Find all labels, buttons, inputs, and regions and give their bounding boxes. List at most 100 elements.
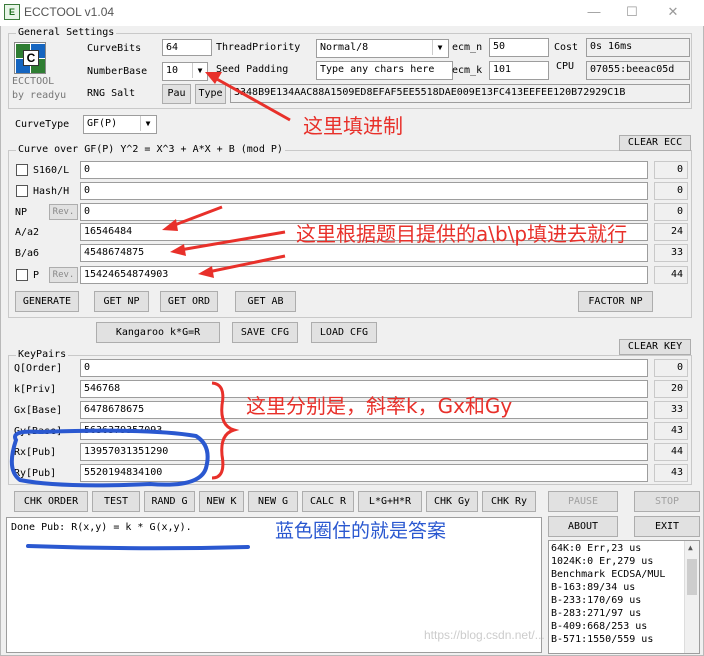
new-g-button[interactable]: NEW G bbox=[248, 491, 298, 512]
maximize-icon[interactable]: ☐ bbox=[622, 3, 642, 21]
scroll-up-icon[interactable]: ▲ bbox=[688, 543, 693, 552]
curvetype-label: CurveType bbox=[15, 119, 70, 130]
log-scrollbar[interactable]: ▲ bbox=[684, 541, 699, 653]
seed-padding-input[interactable]: Type any chars here bbox=[316, 61, 453, 80]
chevron-down-icon[interactable]: ▼ bbox=[192, 63, 207, 78]
calc-r-button[interactable]: CALC R bbox=[302, 491, 354, 512]
key-row-label: k[Priv] bbox=[14, 384, 57, 395]
log-line: 64K:0 Err,23 us bbox=[551, 543, 642, 554]
digit-count: 0 bbox=[654, 161, 688, 179]
checkbox[interactable] bbox=[16, 185, 28, 197]
digit-count: 0 bbox=[654, 359, 688, 377]
annotation-abp: 这里根据题目提供的a\b\p填进去就行 bbox=[296, 222, 628, 246]
get-ord-button[interactable]: GET ORD bbox=[160, 291, 218, 312]
digit-count: 33 bbox=[654, 401, 688, 419]
rng-salt-field: 3348B9E134AAC88A1509ED8EFAF5EE5518DAE009… bbox=[230, 84, 690, 103]
cpu-value: 07055:beeac05d bbox=[586, 61, 690, 80]
annotation-k-gx-gy: 这里分别是，斜率k，Gx和Gy bbox=[246, 394, 513, 418]
window-title: ECCTOOL v1.04 bbox=[24, 5, 115, 19]
key-row-label: Gx[Base] bbox=[14, 405, 63, 416]
log-line: B-283:271/97 us bbox=[551, 608, 642, 619]
digit-count: 44 bbox=[654, 443, 688, 461]
log-line: 1024K:0 Er,279 us bbox=[551, 556, 654, 567]
chk-order-button[interactable]: CHK ORDER bbox=[14, 491, 88, 512]
author-caption: by readyu bbox=[12, 90, 67, 101]
curve-row-label: S160/L bbox=[33, 165, 70, 176]
log-line: Benchmark ECDSA/MUL bbox=[551, 569, 666, 580]
minimize-icon[interactable]: — bbox=[584, 3, 604, 21]
threadpriority-label: ThreadPriority bbox=[216, 42, 301, 53]
chevron-down-icon[interactable]: ▼ bbox=[432, 40, 447, 55]
general-settings-label: General Settings bbox=[16, 27, 117, 38]
curve-row-input[interactable]: 0 bbox=[80, 161, 648, 179]
curve-group-label: Curve over GF(P) Y^2 = X^3 + A*X + B (mo… bbox=[16, 144, 285, 155]
threadpriority-select[interactable]: Normal/8 bbox=[316, 39, 449, 58]
curvebits-input[interactable]: 64 bbox=[162, 39, 212, 56]
numberbase-label: NumberBase bbox=[87, 66, 148, 77]
log-line: B-163:89/34 us bbox=[551, 582, 636, 593]
numberbase-value: 10 bbox=[166, 65, 179, 76]
chk-gy-button[interactable]: CHK Gy bbox=[426, 491, 478, 512]
get-ab-button[interactable]: GET AB bbox=[235, 291, 296, 312]
rng-salt-label: RNG Salt bbox=[87, 88, 136, 99]
annotation-base: 这里填进制 bbox=[303, 114, 403, 138]
close-icon[interactable]: ✕ bbox=[663, 3, 683, 21]
new-k-button[interactable]: NEW K bbox=[199, 491, 244, 512]
pau-button[interactable]: Pau bbox=[162, 84, 191, 104]
curve-row-label: NP bbox=[15, 207, 28, 218]
get-np-button[interactable]: GET NP bbox=[94, 291, 149, 312]
digit-count: 24 bbox=[654, 223, 688, 241]
save-cfg-button[interactable]: SAVE CFG bbox=[232, 322, 298, 343]
stop-button[interactable]: STOP bbox=[634, 491, 700, 512]
pause-button[interactable]: PAUSE bbox=[548, 491, 618, 512]
cost-label: Cost bbox=[554, 42, 579, 53]
watermark: https://blog.csdn.net/... bbox=[424, 628, 545, 642]
lg-hr-button[interactable]: L*G+H*R bbox=[358, 491, 422, 512]
scrollbar-thumb[interactable] bbox=[687, 559, 697, 595]
curve-row-label: Hash/H bbox=[33, 186, 70, 197]
curve-row-label: B/a6 bbox=[15, 248, 40, 259]
clear-key-button[interactable]: CLEAR KEY bbox=[619, 339, 691, 355]
key-row-input[interactable]: 0 bbox=[80, 359, 648, 377]
seed-padding-label: Seed Padding bbox=[216, 64, 289, 75]
rev-button[interactable]: Rev. bbox=[49, 267, 78, 283]
curve-row-input[interactable]: 0 bbox=[80, 182, 648, 200]
chevron-down-icon[interactable]: ▼ bbox=[140, 116, 155, 131]
curve-row-label: P bbox=[33, 270, 40, 281]
exit-button[interactable]: EXIT bbox=[634, 516, 700, 537]
kangaroo-button[interactable]: Kangaroo k*G=R bbox=[96, 322, 220, 343]
curve-row-input[interactable]: 15424654874903 bbox=[80, 266, 648, 284]
cost-value: 0s 16ms bbox=[586, 38, 690, 57]
curvetype-value: GF(P) bbox=[87, 118, 118, 129]
ecctool-logo: C bbox=[14, 42, 46, 74]
ecm-k-input[interactable]: 101 bbox=[489, 61, 549, 80]
cpu-label: CPU bbox=[556, 61, 575, 72]
curvebits-label: CurveBits bbox=[87, 43, 142, 54]
ecm-k-label: ecm_k bbox=[452, 65, 483, 76]
checkbox[interactable] bbox=[16, 164, 28, 176]
ecm-n-label: ecm_n bbox=[452, 42, 483, 53]
ecm-n-input[interactable]: 50 bbox=[489, 38, 549, 57]
chk-ry-button[interactable]: CHK Ry bbox=[482, 491, 536, 512]
key-row-label: Rx[Pub] bbox=[14, 447, 57, 458]
about-button[interactable]: ABOUT bbox=[548, 516, 618, 537]
load-cfg-button[interactable]: LOAD CFG bbox=[311, 322, 377, 343]
type-button[interactable]: Type bbox=[195, 84, 226, 104]
rev-button[interactable]: Rev. bbox=[49, 204, 78, 220]
key-row-input[interactable]: 5636379357093 bbox=[80, 422, 648, 440]
checkbox[interactable] bbox=[16, 269, 28, 281]
factor-np-button[interactable]: FACTOR NP bbox=[578, 291, 653, 312]
digit-count: 44 bbox=[654, 266, 688, 284]
key-row-input[interactable]: 5520194834100 bbox=[80, 464, 648, 482]
threadpriority-value: Normal/8 bbox=[320, 42, 369, 53]
rand-g-button[interactable]: RAND G bbox=[144, 491, 195, 512]
test-button[interactable]: TEST bbox=[92, 491, 140, 512]
digit-count: 33 bbox=[654, 244, 688, 262]
generate-button[interactable]: GENERATE bbox=[15, 291, 79, 312]
log-line: B-571:1550/559 us bbox=[551, 634, 654, 645]
benchmark-log: 64K:0 Err,23 us 1024K:0 Er,279 us Benchmar… bbox=[548, 540, 700, 654]
clear-ecc-button[interactable]: CLEAR ECC bbox=[619, 135, 691, 151]
key-row-label: Ry[Pub] bbox=[14, 468, 57, 479]
key-row-input[interactable]: 13957031351290 bbox=[80, 443, 648, 461]
curve-row-label: A/a2 bbox=[15, 227, 40, 238]
